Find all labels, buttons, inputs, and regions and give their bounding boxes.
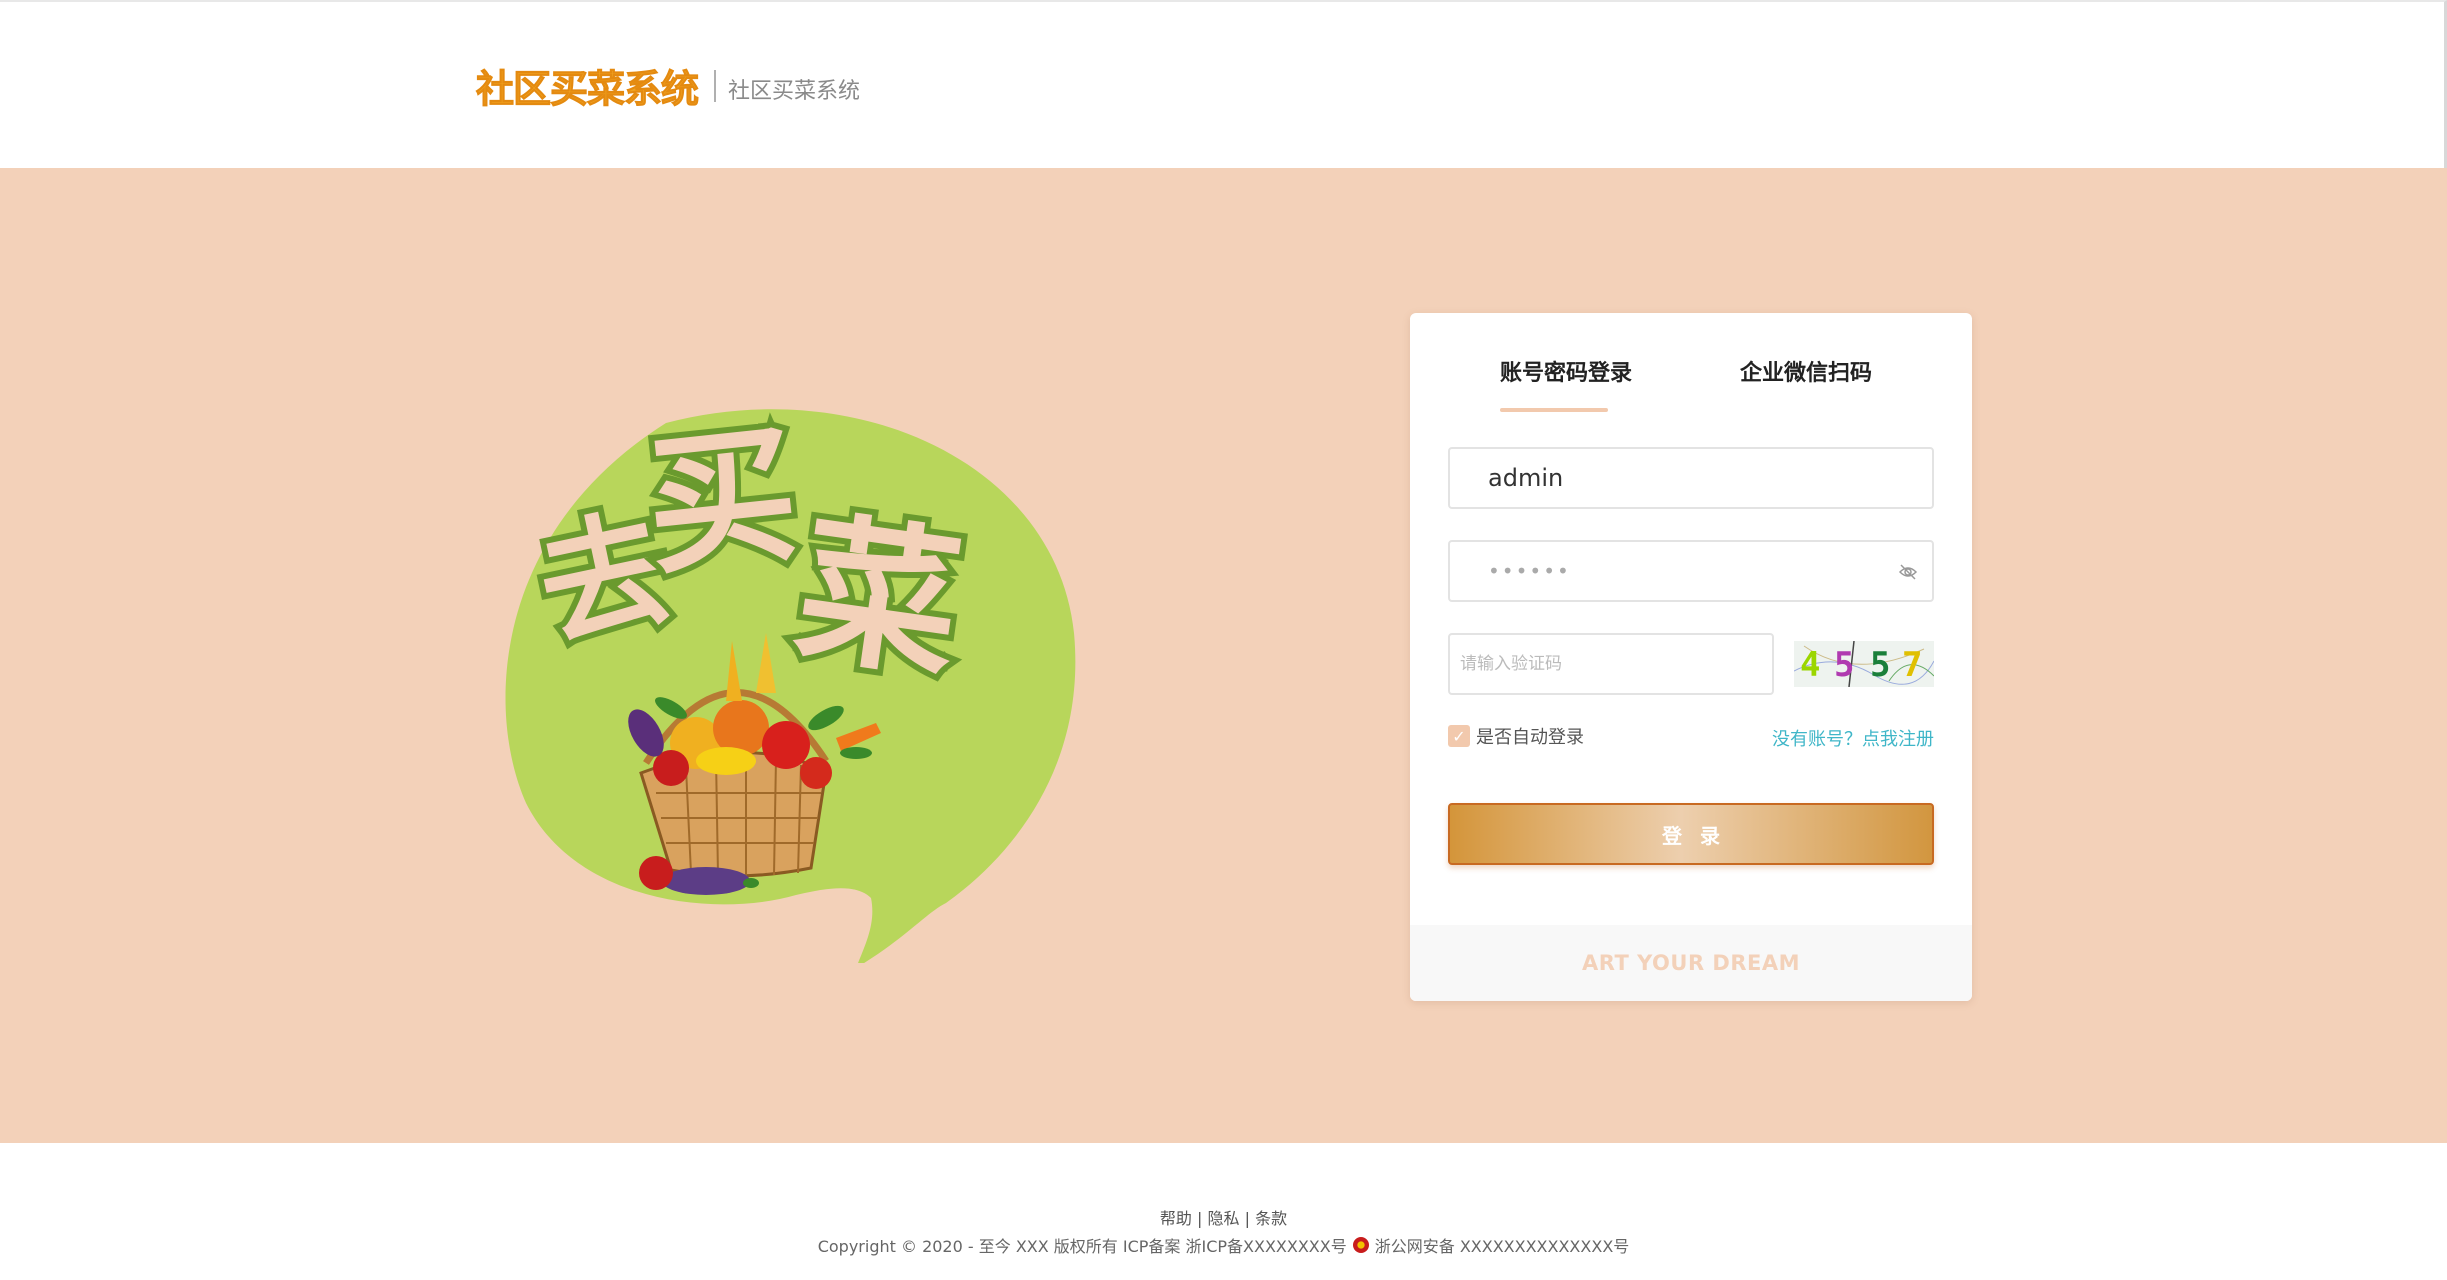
- captcha-char-4: 7: [1902, 645, 1923, 685]
- login-hero: 去 买 菜 账号密码登录 企业微信扫码 admin •••••• 请输入验证码 …: [0, 168, 2447, 1143]
- auto-login-label: 是否自动登录: [1476, 727, 1584, 748]
- privacy-link[interactable]: 隐私: [1207, 1209, 1239, 1228]
- tab-account-password[interactable]: 账号密码登录: [1500, 355, 1632, 387]
- password-input[interactable]: [1450, 542, 1932, 600]
- tab-wechat-scan[interactable]: 企业微信扫码: [1740, 355, 1872, 387]
- captcha-char-3: 5: [1870, 645, 1891, 685]
- card-slogan: ART YOUR DREAM: [1410, 925, 1972, 1001]
- footer-separator: |: [1197, 1209, 1203, 1228]
- active-tab-indicator: [1500, 408, 1608, 412]
- copyright-text: Copyright © 2020 - 至今 XXX 版权所有 ICP备案 浙IC…: [817, 1237, 1347, 1256]
- checkbox-checked-icon[interactable]: ✓: [1448, 725, 1470, 747]
- police-badge-icon: [1352, 1237, 1369, 1253]
- top-header: 社区买菜系统 社区买菜系统: [0, 0, 2447, 168]
- police-record[interactable]: 浙公网安备 XXXXXXXXXXXXXX号: [1375, 1233, 1630, 1257]
- auto-login-option[interactable]: ✓ 是否自动登录: [1448, 723, 1584, 749]
- brand-divider: [714, 69, 717, 102]
- password-field: [1448, 540, 1934, 602]
- login-button[interactable]: 登录: [1448, 803, 1934, 865]
- page-footer: 帮助 | 隐私 | 条款 Copyright © 2020 - 至今 XXX 版…: [0, 1143, 2447, 1280]
- login-card: 账号密码登录 企业微信扫码 4 5: [1410, 313, 1972, 1001]
- logo[interactable]: 社区买菜系统: [475, 58, 699, 113]
- footer-separator: |: [1244, 1209, 1250, 1228]
- eye-hidden-icon[interactable]: [1898, 562, 1918, 582]
- brand: 社区买菜系统 社区买菜系统: [475, 58, 861, 113]
- illus-char-3: 菜: [787, 494, 971, 701]
- vegetable-basket-illustration: 去 买 菜: [505, 401, 1076, 963]
- help-link[interactable]: 帮助: [1160, 1209, 1192, 1228]
- site-subtitle: 社区买菜系统: [728, 78, 861, 104]
- captcha-char-2: 5: [1834, 645, 1855, 685]
- username-input[interactable]: [1450, 449, 1932, 507]
- terms-link[interactable]: 条款: [1255, 1209, 1287, 1228]
- footer-links: 帮助 | 隐私 | 条款: [0, 1205, 2447, 1229]
- username-field: [1448, 447, 1934, 509]
- register-link[interactable]: 没有账号？点我注册: [1772, 725, 1934, 751]
- illus-char-2: 买: [638, 407, 805, 596]
- captcha-field: [1448, 633, 1774, 695]
- login-tabs: 账号密码登录 企业微信扫码: [1410, 355, 1972, 415]
- captcha-image[interactable]: 4 5 5 7: [1794, 641, 1934, 687]
- copyright: Copyright © 2020 - 至今 XXX 版权所有 ICP备案 浙IC…: [0, 1233, 2447, 1257]
- captcha-input[interactable]: [1450, 635, 1772, 693]
- captcha-char-1: 4: [1800, 645, 1821, 685]
